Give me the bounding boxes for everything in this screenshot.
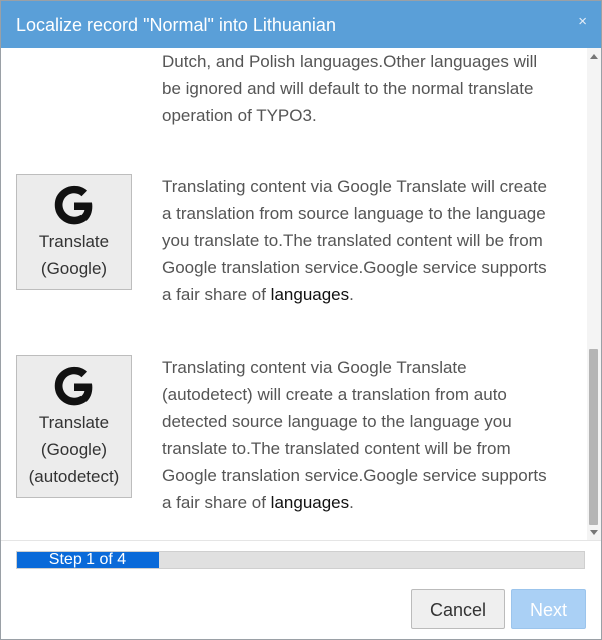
button-label: (autodetect) (28, 467, 120, 486)
description-text: . (349, 493, 354, 512)
description-line: operation of TYPO3. (162, 106, 317, 125)
next-button[interactable]: Next (511, 589, 586, 629)
modal-title: Localize record "Normal" into Lithuanian (16, 15, 336, 35)
scroll-down-arrow-icon[interactable] (590, 530, 598, 535)
localize-modal: Localize record "Normal" into Lithuanian… (0, 0, 602, 640)
modal-body[interactable]: Dutch, and Polish languages.Other langua… (1, 48, 601, 541)
button-label: Translate (38, 413, 110, 432)
scrollbar-thumb[interactable] (589, 349, 598, 525)
description-line: Dutch, and Polish languages.Other langua… (162, 52, 538, 71)
translate-google-button[interactable]: Translate (Google) (16, 174, 132, 290)
languages-link[interactable]: languages (271, 493, 349, 512)
description-line: translate to.The translated content will… (162, 439, 511, 458)
description-line: (autodetect) will create a translation f… (162, 385, 507, 404)
close-icon[interactable]: × (578, 13, 587, 31)
description-text: a fair share of (162, 285, 271, 304)
description-line: be ignored and will default to the norma… (162, 79, 534, 98)
button-label: (Google) (40, 440, 108, 459)
description-text: . (349, 285, 354, 304)
google-g-icon (54, 366, 93, 406)
languages-link[interactable]: languages (271, 285, 349, 304)
progress-label: Step 1 of 4 (48, 551, 127, 568)
option-description-partial: Dutch, and Polish languages.Other langua… (162, 48, 576, 129)
description-line: Google translation service.Google servic… (162, 258, 547, 277)
description-line: Google translation service.Google servic… (162, 466, 547, 485)
modal-header: Localize record "Normal" into Lithuanian… (1, 1, 601, 48)
scroll-up-arrow-icon[interactable] (590, 54, 598, 59)
description-line: Translating content via Google Translate… (162, 177, 547, 196)
translate-google-autodetect-button[interactable]: Translate (Google) (autodetect) (16, 355, 132, 498)
cancel-button[interactable]: Cancel (411, 589, 505, 629)
option-description-google: Translating content via Google Translate… (162, 173, 576, 308)
description-line-last: a fair share of languages. (162, 281, 576, 308)
step-progress-bar: Step 1 of 4 (16, 551, 585, 569)
button-label: Translate (38, 232, 110, 251)
google-g-icon (54, 185, 93, 225)
description-text: a fair share of (162, 493, 271, 512)
description-line-last: a fair share of languages. (162, 489, 576, 516)
description-line: you translate to.The translated content … (162, 231, 543, 250)
description-line: a translation from source language to th… (162, 204, 546, 223)
description-line: detected source language to the language… (162, 412, 512, 431)
option-description-google-autodetect: Translating content via Google Translate… (162, 354, 576, 516)
description-line: Translating content via Google Translate (162, 358, 467, 377)
button-label: (Google) (40, 259, 108, 278)
vertical-scrollbar[interactable] (587, 48, 601, 540)
